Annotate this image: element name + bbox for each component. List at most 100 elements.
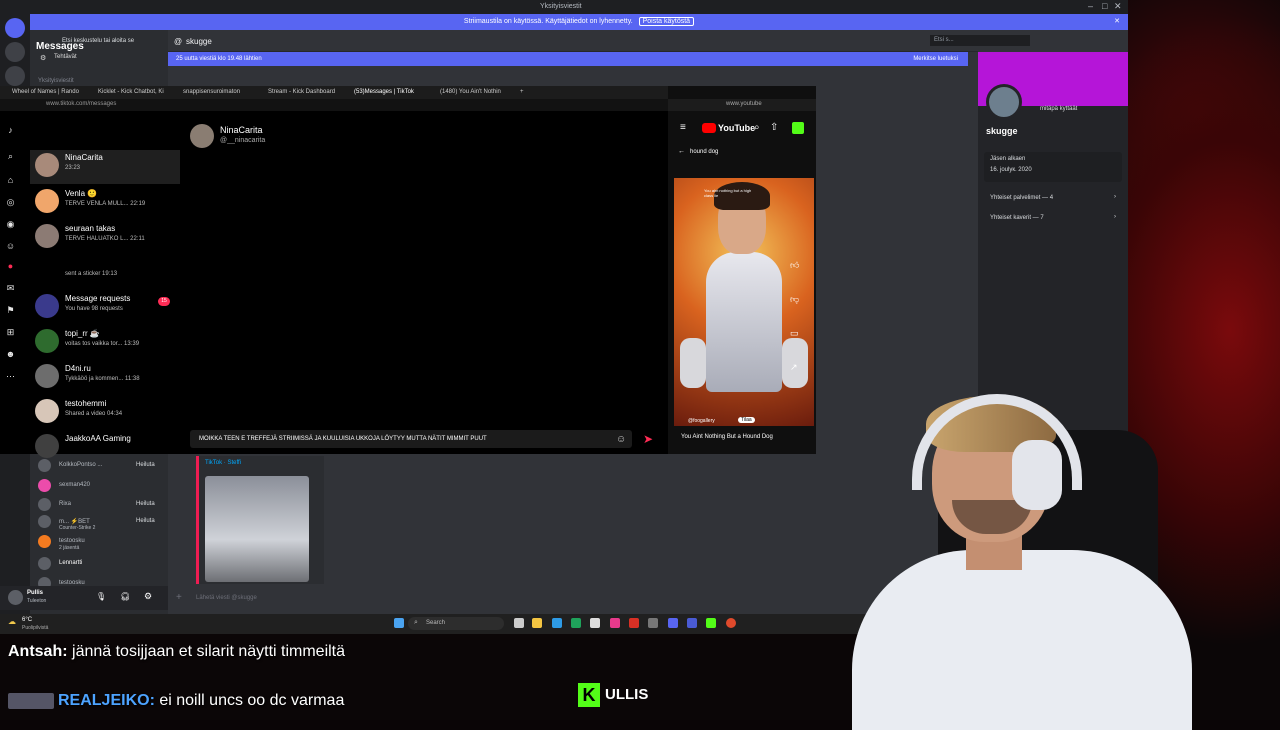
wave-button[interactable]: Heiluta (136, 501, 155, 507)
conversation-item[interactable]: testohemmiShared a video 04:34 (30, 396, 180, 430)
close-icon[interactable]: ✕ (1114, 1, 1122, 12)
conversation-item[interactable]: Message requestsYou have 98 requests15 (30, 291, 180, 325)
header-search[interactable]: Etsi s... (930, 35, 1030, 46)
upload-icon[interactable]: ⇧ (770, 122, 778, 133)
app-icon[interactable] (629, 618, 639, 628)
messages-icon[interactable]: ✉ (5, 283, 16, 294)
list-item[interactable]: testoosku2 jäsentä (38, 534, 168, 552)
more-icon[interactable]: ⋯ (5, 371, 16, 382)
send-icon[interactable]: ➤ (643, 432, 653, 446)
notice-close-icon[interactable]: ✕ (1114, 17, 1120, 25)
chat-avatar[interactable] (190, 124, 214, 148)
add-attachment-icon[interactable]: + (176, 592, 182, 603)
disable-streamer-mode-button[interactable]: Poista käytöstä (639, 17, 694, 26)
video-title[interactable]: You Aint Nothing But a Hound Dog (681, 434, 773, 440)
app-icon[interactable] (590, 618, 600, 628)
search-query[interactable]: hound dog (690, 149, 718, 155)
home-icon[interactable]: ⌂ (5, 175, 16, 186)
explore-icon[interactable]: ◎ (5, 197, 16, 208)
file-explorer-icon[interactable] (532, 618, 542, 628)
conversation-item[interactable]: seuraan takasTERVE HALUATKO L... 22:11 (30, 221, 180, 255)
conversation-item[interactable]: NinaCarita23:23 (30, 150, 180, 184)
new-messages-bar[interactable]: 25 uutta viestiä klo 19.48 lähtien Merki… (168, 52, 968, 66)
conversation-name: Message requests (65, 294, 130, 303)
emoji-icon[interactable]: ☺ (616, 434, 626, 445)
minimize-icon[interactable]: – (1088, 1, 1093, 11)
tab-youtube[interactable]: (1480) You Ain't Nothin (440, 89, 501, 95)
headset-icon[interactable]: 🎧︎ (120, 592, 130, 601)
tab-tiktok-messages[interactable]: (53)Messages | TikTok (354, 89, 414, 95)
youtube-logo[interactable]: YouTube (718, 123, 755, 133)
message-input[interactable]: MOIKKA TEEN E TREFFEJÄ STRIIMISSÄ JA KUU… (190, 430, 632, 448)
address-bar[interactable]: www.tiktok.com/messages (0, 99, 668, 111)
home-icon[interactable] (5, 18, 25, 38)
search-icon[interactable]: ⌕ (5, 151, 16, 162)
upload-icon[interactable]: ⊞ (5, 327, 16, 338)
mutual-friends[interactable]: Yhteiset kaverit — 7 › (984, 212, 1122, 226)
embed-thumbnail[interactable] (205, 476, 309, 582)
tab-kicklet[interactable]: Kicklet - Kick Chatbot, Ki (98, 89, 164, 95)
comment-icon[interactable]: ▭ (790, 328, 799, 339)
steam-icon[interactable] (687, 618, 697, 628)
app-icon[interactable] (648, 618, 658, 628)
chrome-icon[interactable] (726, 618, 736, 628)
conversation-item[interactable]: D4ni.ruTykkäöö ja kommen... 11:38 (30, 361, 180, 395)
tasks-label[interactable]: Tehtävät (54, 54, 77, 60)
edge-icon[interactable] (552, 618, 562, 628)
server-icon[interactable] (5, 42, 25, 62)
youtube-short-video[interactable]: You aint nothing but a high class lie 👍︎… (674, 178, 814, 426)
friends-icon[interactable]: ☺ (5, 241, 16, 252)
like-icon[interactable]: 👍︎ (790, 260, 799, 271)
app-icon[interactable] (610, 618, 620, 628)
task-view-icon[interactable] (514, 618, 524, 628)
share-icon[interactable]: ↗ (790, 362, 798, 373)
conversation-item[interactable]: sent a sticker 19:13 (30, 256, 180, 290)
list-item[interactable]: KolkkoPontso ...Heiluta (38, 458, 168, 476)
following-icon[interactable]: ◉ (5, 219, 16, 230)
conversation-item[interactable]: topi_rr ☕voitas tos vaikka tor... 13:39 (30, 326, 180, 360)
embed-label[interactable]: TikTok · Steffi (205, 460, 241, 466)
start-icon[interactable] (394, 618, 404, 628)
mic-icon[interactable]: 🎙︎ (96, 592, 106, 601)
list-item[interactable]: m... ⚡BETCounter-Strike 2Heiluta (38, 514, 168, 532)
channel-avatar-icon[interactable] (792, 122, 804, 134)
store-icon[interactable] (571, 618, 581, 628)
list-item[interactable]: RixaHeiluta (38, 497, 168, 515)
tiktok-embed[interactable]: TikTok · Steffi (196, 456, 324, 584)
avatar[interactable] (8, 590, 23, 605)
weather-temp[interactable]: 6°C (22, 617, 32, 623)
server-icon[interactable] (5, 66, 25, 86)
settings-icon[interactable]: ⚙ (144, 591, 152, 602)
list-item[interactable]: Lennartti (38, 556, 168, 574)
profile-icon[interactable]: ☻ (5, 349, 16, 360)
discord-icon[interactable] (668, 618, 678, 628)
taskbar-search[interactable]: ⌕ Search (408, 617, 504, 630)
message-composer[interactable]: + Lähetä viesti @skugge (176, 590, 916, 606)
tab-snappi[interactable]: snappisensuroimaton (183, 89, 240, 95)
youtube-address[interactable]: www.youtube (668, 99, 816, 111)
conversation-name: Venla 🙂 (65, 189, 97, 198)
chat-username[interactable]: NinaCarita (220, 125, 263, 135)
live-icon[interactable]: ● (5, 261, 16, 272)
wave-button[interactable]: Heiluta (136, 462, 155, 468)
subscribe-button[interactable]: Tilaa (738, 417, 755, 423)
dislike-icon[interactable]: 👎︎ (790, 294, 799, 305)
tab-wheel[interactable]: Wheel of Names | Rando (12, 89, 79, 95)
back-arrow-icon[interactable]: ← (678, 148, 685, 155)
list-item[interactable]: sexman420 (38, 478, 168, 496)
conversation-item[interactable]: Venla 🙂TERVE VENLA MULL... 22:19 (30, 186, 180, 220)
mutual-servers[interactable]: Yhteiset palvelimet — 4 › (984, 192, 1122, 206)
profile-avatar[interactable] (986, 84, 1022, 120)
new-tab-icon[interactable]: + (520, 89, 524, 95)
activity-icon[interactable]: ⚑ (5, 305, 16, 316)
mark-read-button[interactable]: Merkitse luetuksi (913, 56, 958, 62)
tiktok-logo-icon[interactable]: ♪ (5, 125, 16, 136)
channel-handle[interactable]: @foogallery (688, 418, 715, 424)
menu-icon[interactable]: ≡ (680, 122, 686, 133)
app-icon[interactable] (706, 618, 716, 628)
search-icon[interactable]: ⌕ (754, 122, 760, 133)
maximize-icon[interactable]: □ (1102, 1, 1107, 11)
conversation-name: seuraan takas (65, 224, 115, 233)
wave-button[interactable]: Heiluta (136, 518, 155, 524)
tab-kick-dashboard[interactable]: Stream - Kick Dashboard (268, 89, 335, 95)
